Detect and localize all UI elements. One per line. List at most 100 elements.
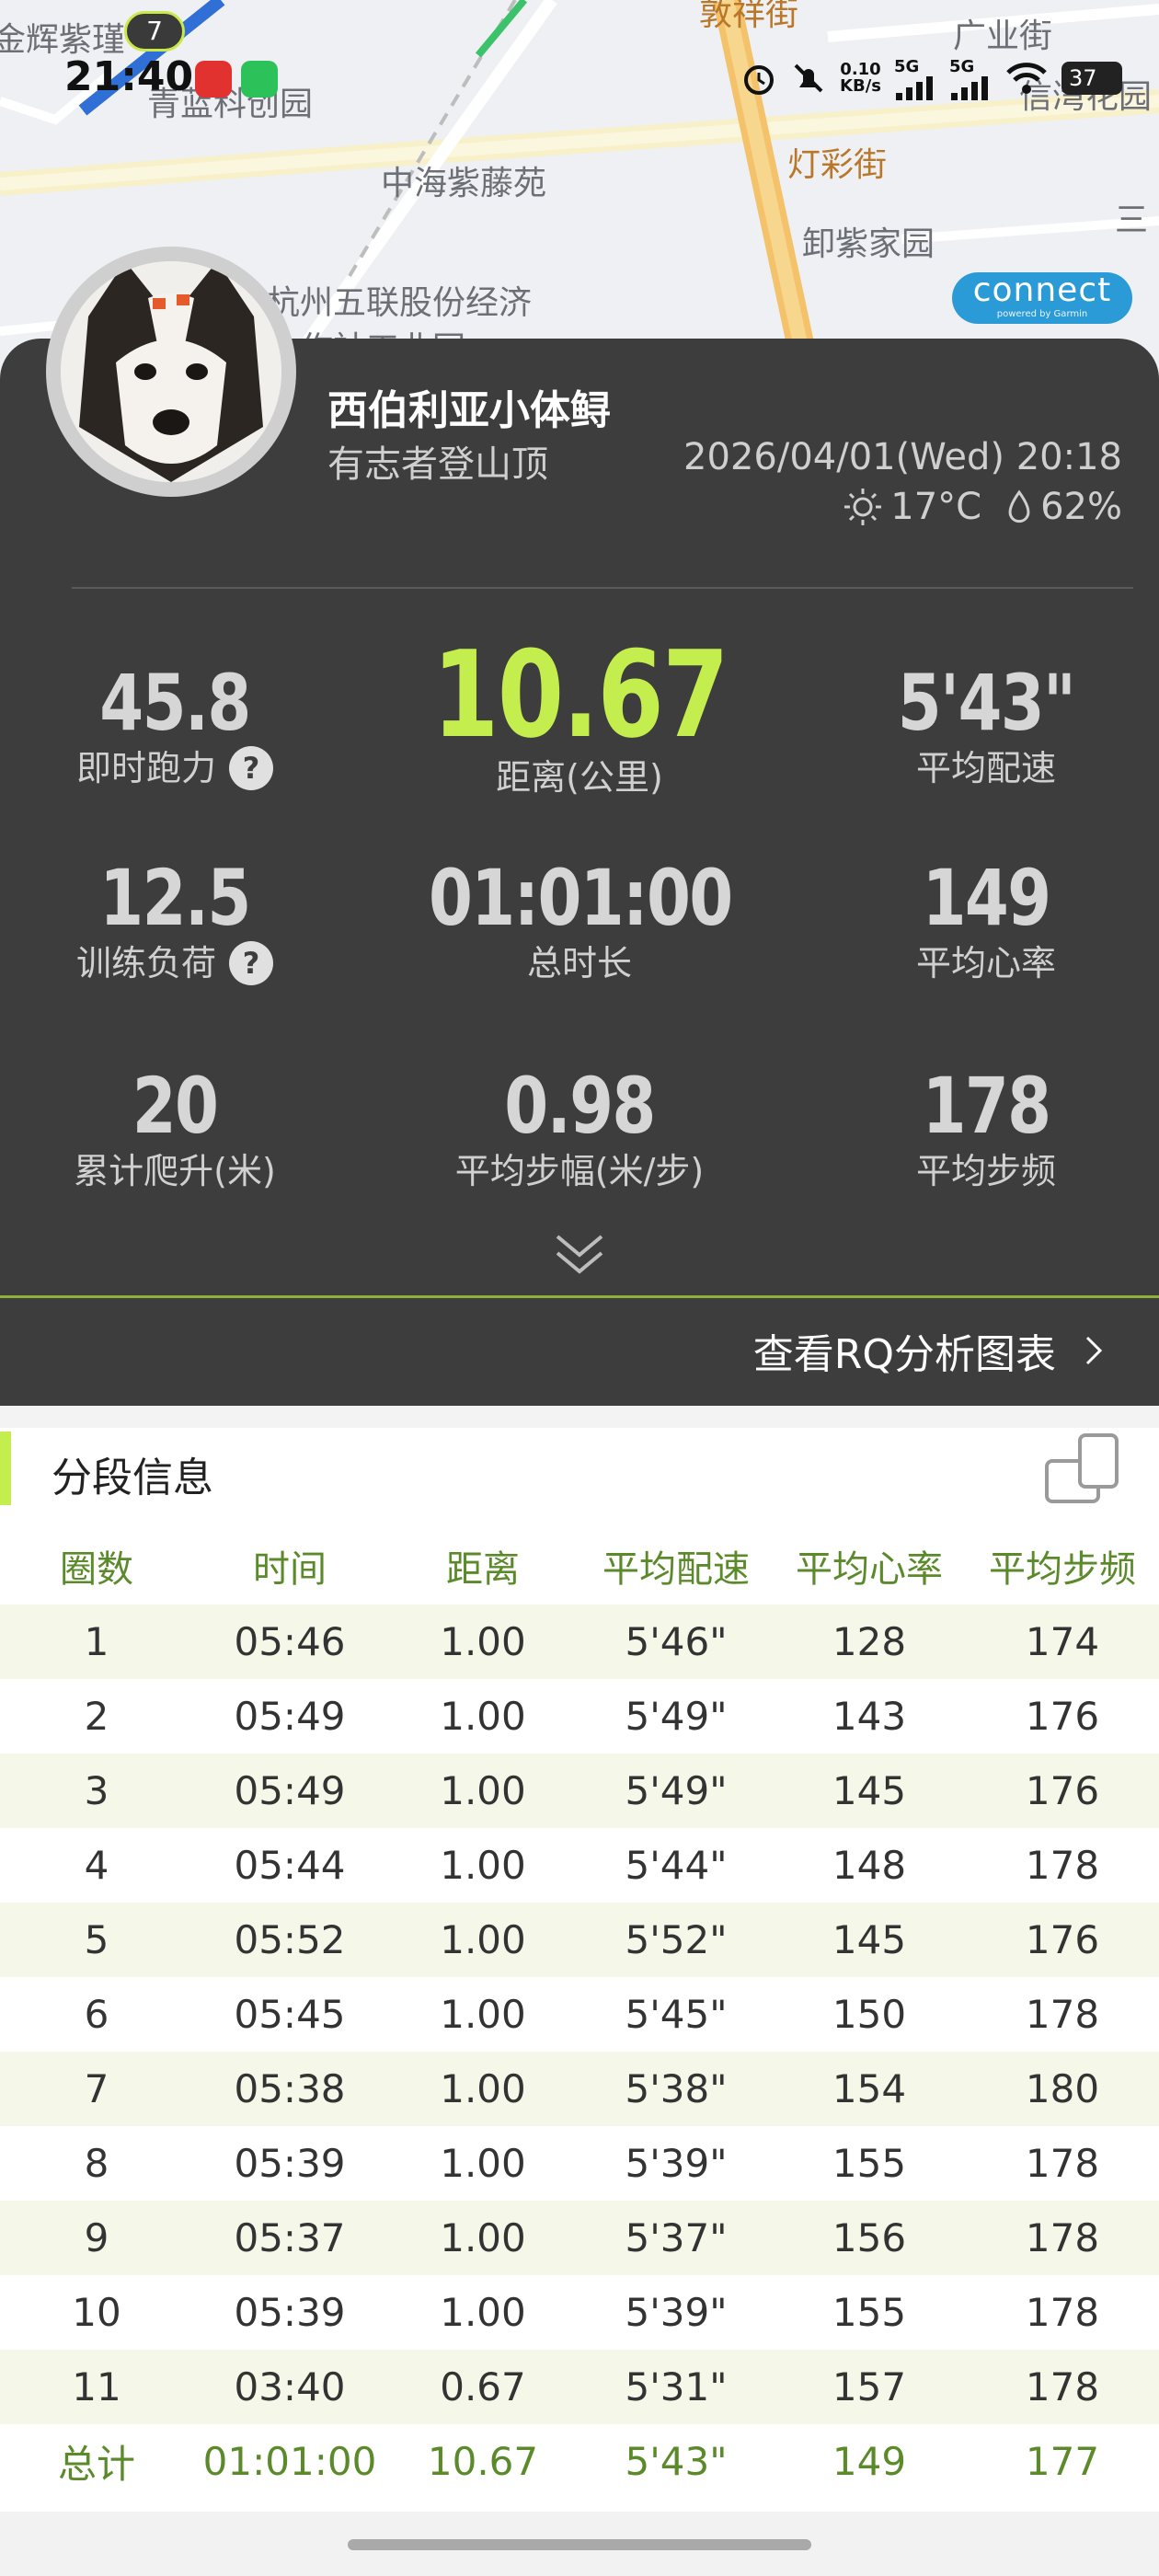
metric-label: 平均步频 <box>915 1151 1056 1191</box>
map-label: 三 <box>1115 201 1149 239</box>
card-divider <box>72 587 1133 589</box>
table-cell: 5'31" <box>625 2364 728 2409</box>
table-header-row: 圈数 时间 距离 平均配速 平均心率 平均步频 <box>0 1527 1159 1604</box>
table-row: 9 05:37 1.00 5'37" 156 178 <box>0 2201 1159 2275</box>
table-row: 6 05:45 1.00 5'45" 150 178 <box>0 1977 1159 2052</box>
table-total-row: 总计 01:01:00 10.67 5'43" 149 177 <box>0 2424 1159 2499</box>
table-row: 5 05:52 1.00 5'52" 145 176 <box>0 1903 1159 1977</box>
table-cell: 1.00 <box>440 1992 526 2037</box>
table-cell: 1.00 <box>440 2141 526 2186</box>
home-indicator[interactable] <box>348 2539 811 2550</box>
table-cell: 2 <box>84 1694 109 1739</box>
table-cell: 4 <box>84 1843 109 1888</box>
connect-badge-text: connect <box>972 271 1112 309</box>
connect-badge-sub: powered by Garmin <box>996 309 1088 319</box>
metric-avg-stride: 0.98 平均步幅(米/步) <box>396 1064 763 1194</box>
table-row: 8 05:39 1.00 5'39" 155 178 <box>0 2126 1159 2201</box>
metric-label: 平均心率 <box>915 943 1056 983</box>
table-cell: 148 <box>832 1843 907 1888</box>
table-cell: 155 <box>832 2290 907 2335</box>
metric-value: 0.98 <box>504 1061 656 1151</box>
table-cell: 156 <box>832 2215 907 2260</box>
total-cell: 149 <box>832 2439 907 2484</box>
metric-label: 即时跑力 <box>75 748 216 788</box>
table-cell: 178 <box>1025 2290 1100 2335</box>
table-header-cell: 平均步频 <box>989 1548 1136 1591</box>
map-label: 敦祥街 <box>699 0 799 33</box>
table-row: 2 05:49 1.00 5'49" 143 176 <box>0 1679 1159 1754</box>
avatar[interactable] <box>46 247 296 497</box>
table-cell: 10 <box>72 2290 121 2335</box>
total-cell: 01:01:00 <box>202 2439 377 2484</box>
user-level: 有志者登山顶 <box>327 443 548 486</box>
table-cell: 9 <box>84 2215 109 2260</box>
metric-label: 总时长 <box>526 943 632 983</box>
table-cell: 178 <box>1025 2141 1100 2186</box>
rq-analysis-link[interactable]: 查看RQ分析图表 <box>753 1321 1104 1380</box>
avatar-image <box>61 261 281 482</box>
table-cell: 0.67 <box>440 2364 526 2409</box>
help-icon[interactable]: ? <box>229 746 273 790</box>
table-header-cell: 平均配速 <box>602 1548 750 1591</box>
split-rows: 1 05:46 1.00 5'46" 128 174 2 05:49 1.00 5'49" 143 1… <box>0 1604 1159 2424</box>
table-cell: 5 <box>84 1917 109 1962</box>
table-cell: 143 <box>832 1694 907 1739</box>
table-header-cell: 平均心率 <box>796 1548 943 1591</box>
metric-avg-heart-rate: 149 平均心率 <box>802 856 1159 986</box>
table-cell: 03:40 <box>234 2364 346 2409</box>
splits-table: 圈数 时间 距离 平均配速 平均心率 平均步频 1 05:46 1.00 5'46" 1… <box>0 1527 1159 2499</box>
metric-total-time: 01:01:00 总时长 <box>396 856 763 986</box>
table-cell: 178 <box>1025 2364 1100 2409</box>
table-cell: 176 <box>1025 1694 1100 1739</box>
metric-running-power: 45.8 即时跑力? <box>0 661 359 791</box>
table-cell: 1.00 <box>440 1619 526 1664</box>
status-time: 21:40 <box>64 53 194 100</box>
signal-bars-icon <box>951 75 988 100</box>
table-cell: 7 <box>84 2066 109 2111</box>
table-cell: 1 <box>84 1619 109 1664</box>
table-header-cell: 圈数 <box>60 1548 133 1591</box>
table-cell: 05:46 <box>234 1619 346 1664</box>
table-cell: 1.00 <box>440 1694 526 1739</box>
dog-avatar-icon <box>61 261 281 482</box>
weather-info: 17°C 62% <box>843 486 1122 528</box>
table-cell: 5'46" <box>625 1619 728 1664</box>
signal-1: 5G <box>894 57 936 100</box>
signal-2-label: 5G <box>949 56 975 76</box>
table-cell: 05:45 <box>234 1992 346 2037</box>
alarm-icon <box>744 65 775 95</box>
mute-bell-icon <box>794 63 823 93</box>
table-cell: 5'44" <box>625 1843 728 1888</box>
table-cell: 6 <box>84 1992 109 2037</box>
share-icon[interactable] <box>1043 1430 1126 1507</box>
table-cell: 05:49 <box>234 1768 346 1813</box>
humidity-drop-icon <box>1008 489 1030 523</box>
total-cell: 177 <box>1025 2439 1100 2484</box>
weibo-icon <box>195 61 232 98</box>
metric-value: 10.67 <box>432 625 729 765</box>
metric-training-load: 12.5 训练负荷? <box>0 856 359 986</box>
table-cell: 176 <box>1025 1768 1100 1813</box>
table-cell: 157 <box>832 2364 907 2409</box>
signal-bars-icon <box>896 75 933 100</box>
table-cell: 1.00 <box>440 1843 526 1888</box>
workout-datetime: 2026/04/01(Wed) 20:18 <box>683 436 1122 478</box>
help-icon[interactable]: ? <box>229 941 273 985</box>
metric-avg-pace: 5'43" 平均配速 <box>802 661 1159 791</box>
table-row: 10 05:39 1.00 5'39" 155 178 <box>0 2275 1159 2350</box>
splits-title: 分段信息 <box>52 1455 213 1501</box>
metric-value: 01:01:00 <box>429 853 733 943</box>
metric-value: 20 <box>132 1061 219 1151</box>
metric-elevation-gain: 20 累计爬升(米) <box>0 1064 359 1194</box>
net-speed: 0.10 KB/s <box>840 62 881 95</box>
table-cell: 5'38" <box>625 2066 728 2111</box>
section-accent-bar <box>0 1432 11 1505</box>
metric-value: 45.8 <box>99 658 251 748</box>
humidity: 62% <box>1040 486 1122 528</box>
expand-chevron-icon[interactable] <box>552 1231 607 1279</box>
table-cell: 1.00 <box>440 2290 526 2335</box>
table-cell: 176 <box>1025 1917 1100 1962</box>
table-header-cell: 距离 <box>446 1548 520 1591</box>
metric-label: 累计爬升(米) <box>74 1151 276 1191</box>
table-cell: 178 <box>1025 1992 1100 2037</box>
